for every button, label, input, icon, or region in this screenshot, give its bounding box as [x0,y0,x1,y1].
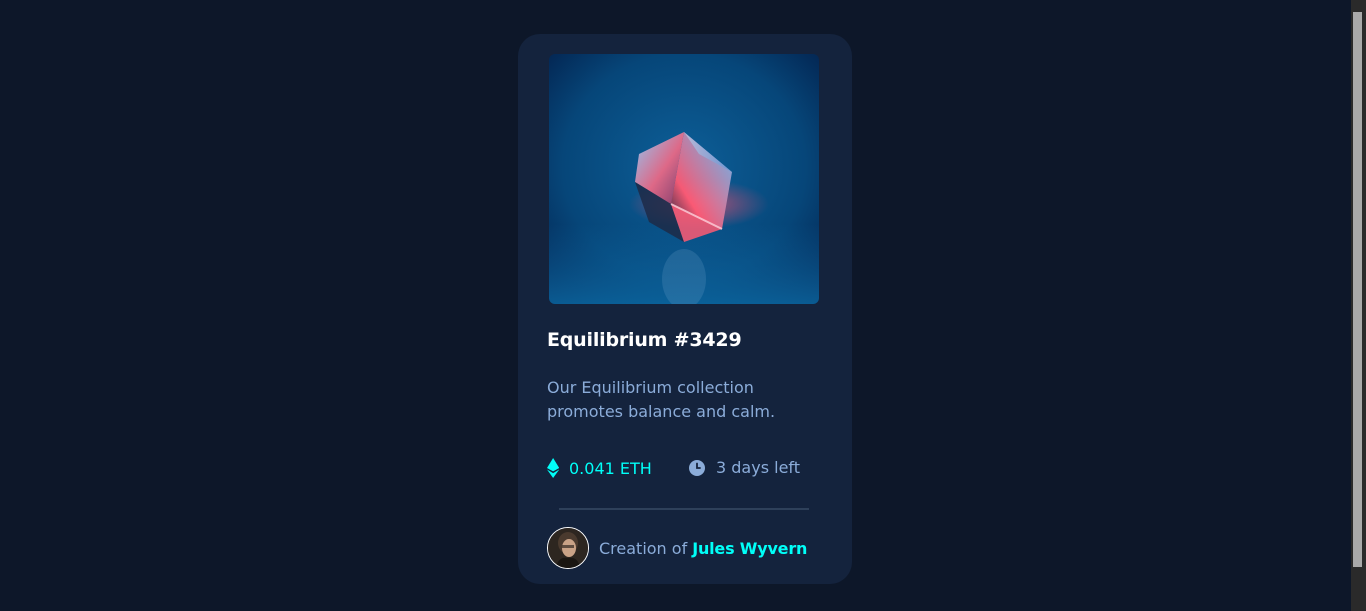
clock-icon [689,459,705,476]
page: Equilibrium #3429 Our Equilibrium collec… [0,0,1366,611]
nft-card: Equilibrium #3429 Our Equilibrium collec… [518,34,852,584]
nft-image[interactable] [549,54,819,304]
time-value: 3 days left [716,458,801,477]
avatar [547,527,589,569]
divider [559,508,809,510]
creator-prefix: Creation of [599,538,688,558]
equilibrium-cube-image [549,54,819,304]
scrollbar[interactable] [1351,0,1366,611]
price: 0.041 ETH [547,458,652,478]
ethereum-icon [547,458,561,478]
nft-description: Our Equilibrium collection promotes bala… [547,378,776,421]
nft-meta: 0.041 ETH 3 days left [547,458,807,480]
time-remaining: 3 days left [689,458,800,477]
nft-title[interactable]: Equilibrium #3429 [547,329,742,351]
scrollbar-thumb[interactable] [1353,12,1362,567]
creator-name-link[interactable]: Jules Wyvern [692,539,807,558]
price-value: 0.041 ETH [569,458,652,478]
creator: Creation of Jules Wyvern [547,527,807,569]
